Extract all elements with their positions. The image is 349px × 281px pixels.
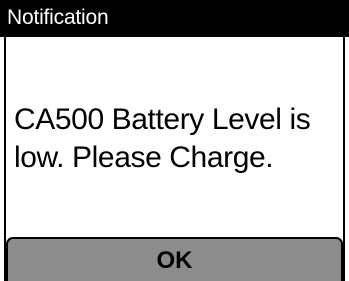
dialog-message-line-2: low. Please Charge. [14,141,274,174]
dialog-message: CA500 Battery Level is low. Please Charg… [14,101,342,177]
ok-button-label: OK [156,247,193,274]
dialog-title: Notification [7,6,109,29]
dialog-right-border [343,37,345,281]
ok-button[interactable]: OK [6,237,343,281]
notification-dialog: Notification CA500 Battery Level is low.… [0,0,349,281]
dialog-title-bar: Notification [0,0,349,37]
dialog-message-line-1: CA500 Battery Level is [14,103,311,136]
